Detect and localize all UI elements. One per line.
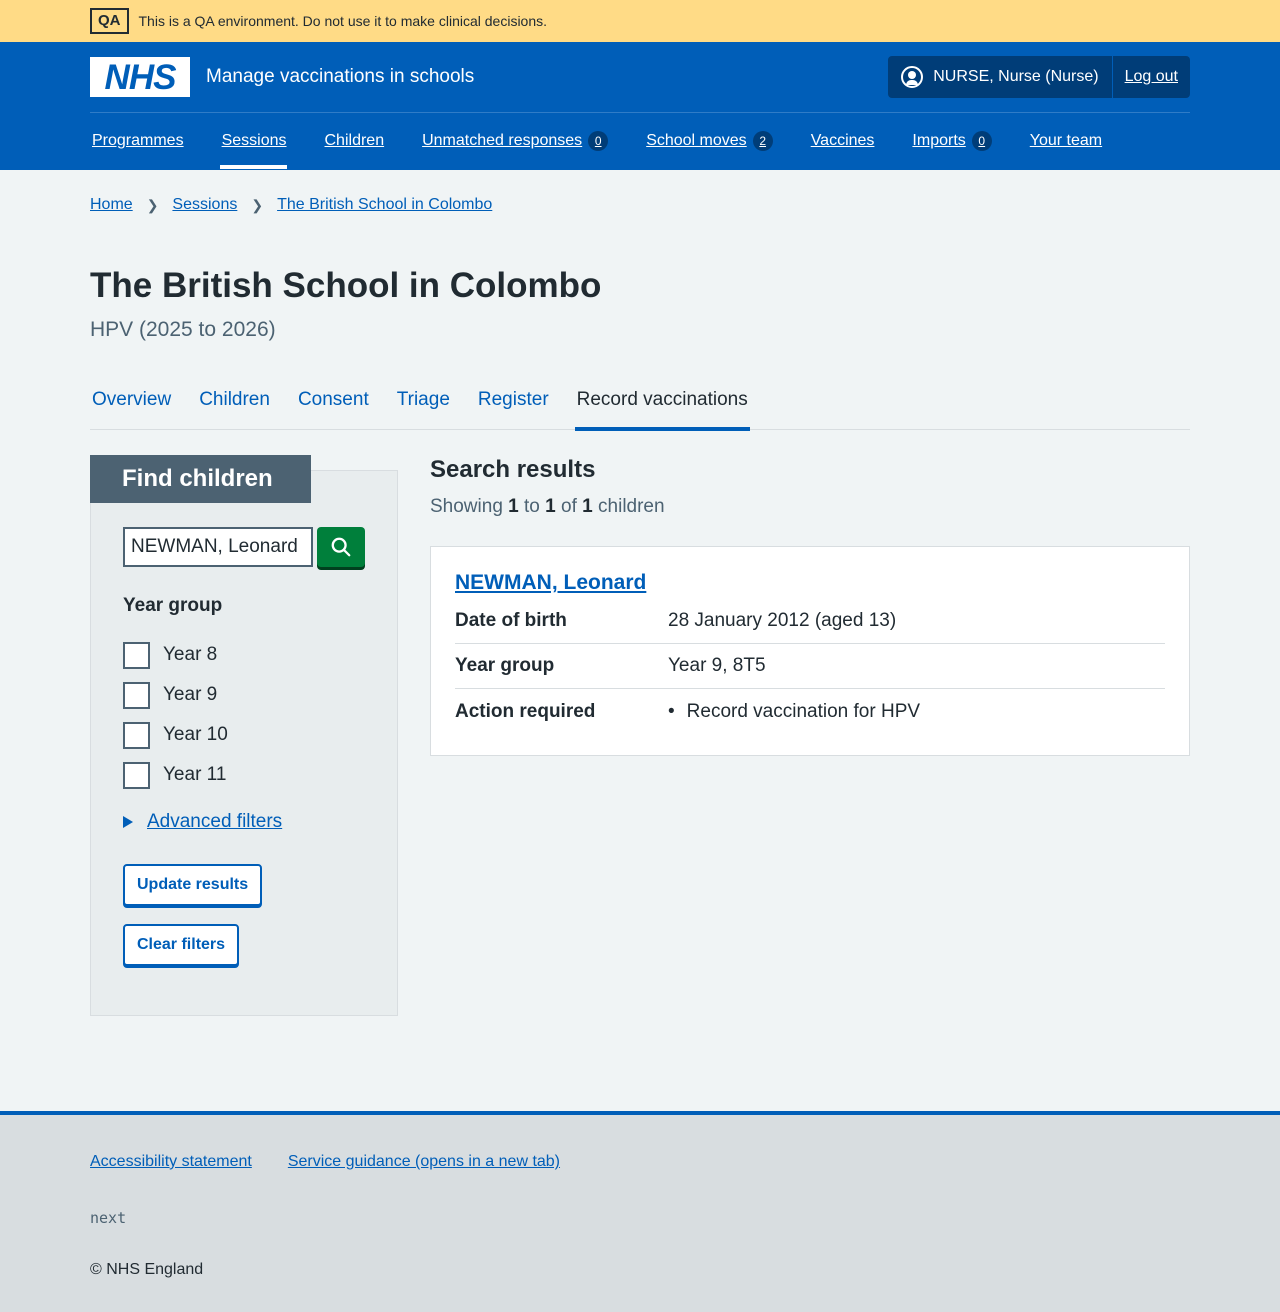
checkbox-label: Year 10	[163, 724, 228, 745]
year-9-option[interactable]: Year 9	[123, 675, 228, 715]
count-badge: 0	[971, 131, 992, 151]
nav-children[interactable]: Children	[323, 113, 385, 169]
page-title: The British School in Colombo	[90, 266, 602, 305]
count-badge: 0	[588, 131, 609, 151]
triangle-right-icon	[123, 816, 133, 828]
primary-nav: Programmes Sessions Children Unmatched r…	[90, 113, 1190, 169]
summary-value: 28 January 2012 (aged 13)	[668, 610, 897, 631]
results-title: Search results	[430, 456, 596, 483]
qa-message: This is a QA environment. Do not use it …	[138, 13, 548, 29]
year-group-options: Year 8 Year 9 Year 10 Year 11	[123, 635, 228, 795]
advanced-filters-toggle[interactable]: Advanced filters	[123, 811, 282, 833]
copyright: © NHS England	[90, 1261, 204, 1278]
tab-children[interactable]: Children	[197, 370, 272, 430]
breadcrumb-session[interactable]: The British School in Colombo	[277, 196, 492, 214]
year-11-checkbox[interactable]	[123, 761, 150, 789]
qa-tag: QA	[90, 8, 129, 34]
action-list: Record vaccination for HPV	[668, 701, 920, 723]
search-input[interactable]	[123, 527, 313, 567]
breadcrumb-sessions[interactable]: Sessions	[172, 196, 237, 214]
footer-links: Accessibility statement Service guidance…	[90, 1153, 596, 1171]
logout-link[interactable]: Log out	[1113, 68, 1190, 86]
year-10-option[interactable]: Year 10	[123, 715, 228, 755]
site-footer: Accessibility statement Service guidance…	[0, 1111, 1280, 1312]
chevron-right-icon: ❯	[251, 196, 264, 213]
breadcrumb: Home ❯ Sessions ❯ The British School in …	[90, 196, 492, 214]
search-button[interactable]	[317, 527, 365, 567]
qa-banner: QA This is a QA environment. Do not use …	[0, 0, 1280, 42]
filter-heading: Find children	[90, 455, 311, 503]
user-icon	[901, 66, 924, 88]
child-card: NEWMAN, Leonard Date of birth 28 January…	[430, 546, 1190, 756]
summary-row-action: Action required Record vaccination for H…	[455, 689, 1165, 734]
accessibility-link[interactable]: Accessibility statement	[90, 1153, 252, 1171]
nav-sessions[interactable]: Sessions	[219, 113, 287, 169]
tab-register[interactable]: Register	[476, 370, 551, 430]
checkbox-label: Year 9	[163, 684, 218, 705]
clear-filters-button[interactable]: Clear filters	[123, 924, 240, 966]
child-name-link[interactable]: NEWMAN, Leonard	[455, 571, 1165, 595]
nav-your-team[interactable]: Your team	[1028, 113, 1102, 169]
page-caption: HPV (2025 to 2026)	[90, 318, 276, 341]
filter-panel: Find children Year group Year 8 Year 9 Y…	[90, 455, 398, 1016]
nav-school-moves[interactable]: School moves 2	[644, 113, 773, 169]
advanced-filters-link[interactable]: Advanced filters	[147, 811, 282, 833]
year-8-option[interactable]: Year 8	[123, 635, 228, 675]
breadcrumb-home[interactable]: Home	[90, 196, 133, 214]
tab-consent[interactable]: Consent	[296, 370, 371, 430]
nav-vaccines[interactable]: Vaccines	[809, 113, 875, 169]
year-9-checkbox[interactable]	[123, 681, 150, 709]
summary-key: Date of birth	[455, 610, 567, 631]
summary-key: Year group	[455, 655, 555, 676]
tab-record-vaccinations[interactable]: Record vaccinations	[574, 370, 750, 431]
tab-overview[interactable]: Overview	[90, 370, 173, 430]
results-count: Showing 1 to 1 of 1 children	[430, 496, 665, 517]
year-10-checkbox[interactable]	[123, 721, 150, 749]
year-11-option[interactable]: Year 11	[123, 755, 228, 795]
service-guidance-link[interactable]: Service guidance (opens in a new tab)	[288, 1153, 560, 1171]
brand[interactable]: NHS Manage vaccinations in schools	[90, 57, 474, 97]
nav-imports[interactable]: Imports 0	[910, 113, 992, 169]
nhs-logo[interactable]: NHS	[90, 57, 190, 97]
nav-unmatched-responses[interactable]: Unmatched responses 0	[420, 113, 609, 169]
tab-triage[interactable]: Triage	[395, 370, 452, 430]
summary-key: Action required	[455, 700, 596, 722]
service-name[interactable]: Manage vaccinations in schools	[206, 66, 474, 88]
summary-row-year-group: Year group Year 9, 8T5	[455, 644, 1165, 689]
count-badge: 2	[752, 131, 773, 151]
search-icon	[331, 537, 351, 557]
summary-row-dob: Date of birth 28 January 2012 (aged 13)	[455, 599, 1165, 644]
session-tabs: Overview Children Consent Triage Registe…	[90, 370, 1190, 431]
nav-programmes[interactable]: Programmes	[90, 113, 184, 169]
action-item: Record vaccination for HPV	[668, 701, 920, 723]
summary-value: Year 9, 8T5	[668, 655, 766, 676]
site-header: NHS Manage vaccinations in schools NURSE…	[0, 42, 1280, 170]
user-name: NURSE, Nurse (Nurse)	[933, 68, 1099, 85]
account-menu: NURSE, Nurse (Nurse) Log out	[888, 56, 1190, 98]
year-group-label: Year group	[123, 595, 223, 616]
chevron-right-icon: ❯	[146, 196, 159, 213]
year-8-checkbox[interactable]	[123, 641, 150, 669]
checkbox-label: Year 11	[163, 764, 227, 785]
version-text: next	[90, 1209, 127, 1227]
update-results-button[interactable]: Update results	[123, 864, 263, 906]
account-user: NURSE, Nurse (Nurse)	[888, 56, 1113, 98]
checkbox-label: Year 8	[163, 644, 218, 665]
